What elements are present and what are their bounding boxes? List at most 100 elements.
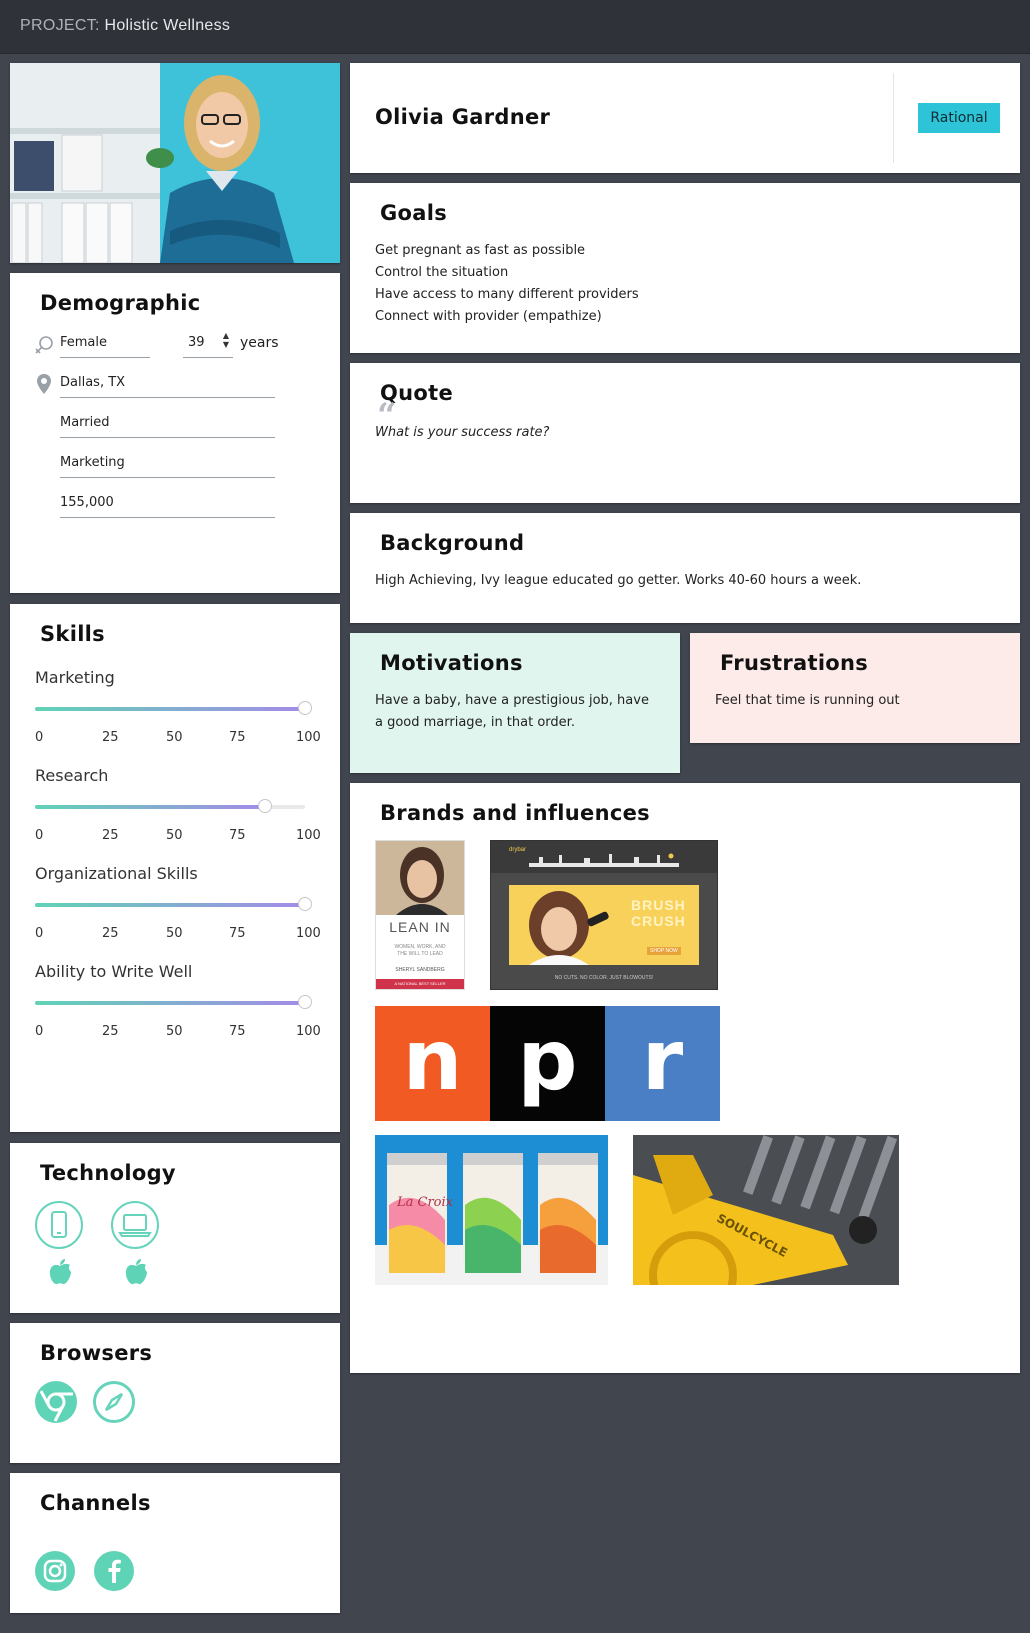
lean-in-book-cover: LEAN IN WOMEN, WORK, AND THE WILL TO LEA…	[375, 840, 465, 990]
skills-card: Skills Marketing 0 25 50 75 100 Research 0 25 50 7…	[10, 604, 340, 1132]
channels-title: Channels	[40, 1491, 151, 1515]
browsers-card: Browsers	[10, 1323, 340, 1463]
brands-card: Brands and influences LEAN IN WOMEN, WOR…	[350, 783, 1020, 1373]
income-field[interactable]: 155,000	[60, 493, 275, 518]
skill-tick-label: 25	[102, 828, 119, 843]
motivations-text-line-1: Have a baby, have a prestigious job, hav…	[375, 693, 649, 708]
npr-letter-n: n	[375, 1006, 490, 1121]
lacroix-image: La Croix	[375, 1135, 608, 1285]
skill-tick-label: 0	[35, 1024, 44, 1039]
skills-title: Skills	[40, 622, 105, 646]
motivations-title: Motivations	[380, 651, 523, 675]
skill-tick-label: 50	[166, 828, 183, 843]
motivations-card: Motivations Have a baby, have a prestigi…	[350, 633, 680, 773]
age-stepper-arrows[interactable]: ▲ ▼	[223, 331, 229, 349]
lean-in-subtitle-line-1: WOMEN, WORK, AND	[394, 944, 446, 950]
soulcycle-image: SOULCYCLE	[633, 1135, 899, 1285]
drybar-headline-line-1: BRUSH	[631, 897, 686, 913]
skill-tick-label: 25	[102, 1024, 119, 1039]
age-unit: years	[240, 335, 279, 351]
drybar-hero-banner: BRUSH CRUSH SHOP NOW	[509, 885, 699, 965]
top-bar: PROJECT: Holistic Wellness	[0, 0, 1030, 54]
skill-tick-label: 25	[102, 926, 119, 941]
demographic-title: Demographic	[40, 291, 201, 315]
skill-slider-fill	[35, 903, 305, 907]
skill-tick-label: 0	[35, 926, 44, 941]
skill-tick-label: 75	[229, 828, 246, 843]
skill-tick-label: 50	[166, 1024, 183, 1039]
lean-in-author: SHERYL SANDBERG	[395, 967, 445, 973]
motivations-text-line-2: a good marriage, in that order.	[375, 715, 575, 730]
occupation-field[interactable]: Marketing	[60, 453, 275, 478]
laptop-icon	[111, 1201, 159, 1249]
persona-header-card: Olivia Gardner Rational	[350, 63, 1020, 173]
marital-status-field[interactable]: Married	[60, 413, 275, 438]
skill-slider-track[interactable]	[35, 701, 312, 715]
skill-tick-label: 50	[166, 926, 183, 941]
skill-tick-label: 100	[296, 1024, 321, 1039]
technology-card: Technology	[10, 1143, 340, 1313]
browsers-title: Browsers	[40, 1341, 153, 1365]
drybar-website-screenshot: drybar BRUSH CRUSH SHOP NOW NO CUTS. NO …	[490, 840, 718, 990]
drybar-nav-skyline	[529, 853, 679, 867]
persona-name: Olivia Gardner	[375, 105, 551, 129]
frustrations-card: Frustrations Feel that time is running o…	[690, 633, 1020, 743]
skill-label: Research	[35, 766, 109, 785]
frustrations-title: Frustrations	[720, 651, 869, 675]
skill-slider-track[interactable]	[35, 897, 312, 911]
npr-logo: n p r	[375, 1006, 720, 1121]
chrome-icon	[35, 1381, 77, 1423]
skill-slider-track[interactable]	[35, 995, 312, 1009]
channels-card: Channels	[10, 1473, 340, 1613]
skill-label: Marketing	[35, 668, 115, 687]
skill-tick-label: 0	[35, 828, 44, 843]
goal-item: Get pregnant as fast as possible	[375, 243, 586, 258]
skill-slider-handle[interactable]	[298, 995, 312, 1009]
frustrations-text: Feel that time is running out	[715, 693, 900, 708]
skill-slider-track[interactable]	[35, 799, 305, 813]
apple-icon	[49, 1259, 71, 1285]
lean-in-title: LEAN IN	[389, 919, 451, 935]
skill-slider-handle[interactable]	[298, 897, 312, 911]
skill-slider-handle[interactable]	[257, 799, 272, 813]
skill-label: Organizational Skills	[35, 864, 198, 883]
goal-item: Connect with provider (empathize)	[375, 309, 602, 324]
apple-icon	[125, 1259, 147, 1285]
skill-tick-label: 100	[296, 926, 321, 941]
drybar-shop-button: SHOP NOW	[647, 947, 681, 955]
goal-item: Control the situation	[375, 265, 509, 280]
drybar-headline-line-2: CRUSH	[631, 913, 686, 929]
npr-letter-p: p	[490, 1006, 605, 1121]
facebook-icon	[94, 1551, 134, 1591]
lean-in-subtitle-line-2: THE WILL TO LEAD	[397, 951, 443, 957]
background-text: High Achieving, Ivy league educated go g…	[375, 573, 862, 588]
skill-tick-label: 25	[102, 730, 119, 745]
skill-tick-label: 75	[229, 730, 246, 745]
skill-slider-fill	[35, 805, 265, 809]
instagram-icon	[35, 1551, 75, 1591]
mobile-phone-icon	[35, 1201, 83, 1249]
drybar-logo: drybar	[509, 847, 527, 853]
skill-slider-handle[interactable]	[298, 701, 312, 715]
skill-tick-label: 75	[229, 926, 246, 941]
personality-type-badge[interactable]: Rational	[918, 103, 1000, 133]
location-pin-icon	[37, 374, 51, 394]
technology-title: Technology	[40, 1161, 176, 1185]
skill-tick-label: 100	[296, 730, 321, 745]
background-title: Background	[380, 531, 525, 555]
gender-field[interactable]: Female	[60, 333, 150, 358]
skill-tick-label: 100	[296, 828, 321, 843]
skill-tick-label: 50	[166, 730, 183, 745]
brands-title: Brands and influences	[380, 801, 650, 825]
sheryl-sandberg-photo	[376, 841, 464, 915]
soulcycle-bikes	[633, 1135, 899, 1285]
goals-card: Goals Get pregnant as fast as possible C…	[350, 183, 1020, 353]
header-divider	[893, 73, 894, 163]
skill-slider-fill	[35, 707, 305, 711]
age-value: 39	[188, 335, 205, 350]
persona-photo	[10, 63, 340, 263]
quote-text: What is your success rate?	[375, 425, 550, 440]
demographic-card: Demographic Female 39 ▲ ▼ years Dallas, T…	[10, 273, 340, 593]
age-stepper[interactable]: 39 ▲ ▼	[183, 331, 233, 358]
location-field[interactable]: Dallas, TX	[60, 373, 275, 398]
